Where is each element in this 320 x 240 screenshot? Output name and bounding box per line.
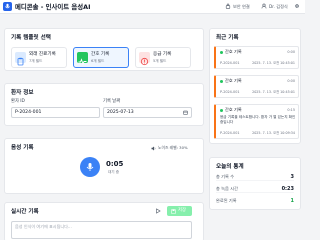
stat-value: 1 [290, 198, 294, 204]
save-button-label: 저장 [178, 208, 186, 213]
stat-total-records: 총 기록 수 3 [216, 173, 294, 181]
template-name: 응급 기록 [153, 52, 172, 57]
patient-card: 환자 정보 환자 ID P-2024-001 기록 날짜 2025-07-13 [4, 83, 204, 126]
template-name: 간호 기록 [91, 52, 110, 57]
recent-record-item[interactable]: 간호 기록 0:00 P-2024-001 2025. 7. 13. 오전 10… [214, 46, 299, 69]
stat-value: 3 [290, 174, 294, 180]
play-icon[interactable] [155, 208, 161, 214]
stat-label: 총 녹음 시간 [216, 186, 238, 191]
voice-card-title: 음성 기록 [11, 145, 34, 151]
record-type: 간호 기록 [225, 107, 242, 112]
recent-card: 최근 기록 간호 기록 0:00 P-2024-001 2025. 7. 13.… [209, 28, 301, 144]
status-dot [220, 51, 223, 54]
record-duration: 0:15 [287, 108, 295, 112]
template-card: 기록 템플릿 선택 외래 진료기록 7개 필드 간호 기록 6개 필드 응급 기… [4, 28, 204, 71]
record-timestamp: 2025. 7. 13. 오전 10:09:34 [252, 131, 295, 135]
recent-card-title: 최근 기록 [216, 35, 239, 41]
recent-record-item[interactable]: 간호 기록 0:15 응급 기록을 테스트합니다. 환자 가 열 있는지 확인 … [214, 104, 299, 139]
alert-icon [139, 52, 150, 66]
record-duration: 0:00 [287, 79, 295, 83]
status-dot [220, 80, 223, 83]
record-date-input[interactable]: 2025-07-13 [103, 107, 192, 118]
stat-label: 완료된 기록 [216, 198, 237, 203]
noise-level-label: 노이즈 레벨: 30% [158, 145, 188, 150]
secure-connection-label: 보안 연결 [233, 4, 250, 9]
patient-card-title: 환자 정보 [11, 90, 34, 96]
record-timestamp: 2025. 7. 13. 오전 10:45:01 [252, 90, 295, 94]
transcript-textarea[interactable]: 음성 인식이 여기에 표시됩니다... [11, 221, 192, 239]
volume-icon [151, 146, 156, 151]
template-outpatient[interactable]: 외래 진료기록 7개 필드 [11, 47, 67, 68]
template-name: 외래 진료기록 [29, 52, 56, 57]
record-date-label: 기록 날짜 [103, 99, 121, 104]
record-patient-id: P-2024-001 [220, 131, 240, 135]
pulse-icon [77, 52, 88, 66]
record-patient-id: P-2024-001 [220, 90, 240, 94]
status-dot [220, 109, 223, 112]
template-field-count: 7개 필드 [29, 59, 43, 63]
record-duration: 0:00 [287, 50, 295, 54]
template-nursing[interactable]: 간호 기록 6개 필드 [73, 47, 129, 68]
realtime-card: 실시간 기록 저장 음성 인식이 여기에 표시됩니다... [4, 202, 204, 240]
record-date-value: 2025-07-13 [107, 110, 134, 115]
save-button[interactable]: 저장 [167, 206, 192, 216]
mic-icon [86, 163, 94, 171]
stats-card-title: 오늘의 통계 [216, 164, 244, 170]
template-emergency[interactable]: 응급 기록 5개 필드 [135, 47, 191, 68]
recording-timer: 0:05 [106, 160, 124, 168]
stat-value: 0:23 [281, 186, 294, 192]
recent-record-item[interactable]: 간호 기록 0:00 P-2024-001 2025. 7. 13. 오전 10… [214, 75, 299, 98]
save-icon [171, 208, 176, 214]
lock-icon [225, 3, 231, 9]
top-bar: 메디콘솔 - 인사이트 음성AI 보안 연결 Dr. 김정식 [0, 0, 305, 14]
realtime-card-title: 실시간 기록 [11, 209, 39, 215]
clipboard-icon [15, 52, 26, 66]
transcript-placeholder: 음성 인식이 여기에 표시됩니다... [15, 224, 72, 229]
record-timestamp: 2025. 7. 13. 오전 10:45:01 [252, 61, 295, 65]
template-card-title: 기록 템플릿 선택 [11, 35, 51, 41]
stat-label: 총 기록 수 [216, 174, 235, 179]
record-patient-id: P-2024-001 [220, 61, 240, 65]
user-icon [261, 3, 267, 9]
record-excerpt: 응급 기록을 테스트합니다. 환자 가 열 있는지 확인 중입니다 [220, 115, 296, 124]
voice-card: 음성 기록 노이즈 레벨: 30% 0:05 대기 중 [4, 138, 204, 194]
stat-completed-records: 완료된 기록 1 [216, 197, 294, 205]
user-menu[interactable]: Dr. 김정식 [269, 3, 288, 10]
app-title: 메디콘솔 - 인사이트 음성AI [15, 3, 91, 11]
record-button[interactable] [80, 157, 100, 177]
template-field-count: 6개 필드 [91, 59, 105, 63]
patient-id-label: 환자 ID [11, 99, 25, 104]
record-type: 간호 기록 [225, 49, 242, 54]
calendar-icon[interactable] [183, 110, 188, 115]
patient-id-input[interactable]: P-2024-001 [11, 107, 100, 118]
record-type: 간호 기록 [225, 78, 242, 83]
recording-status: 대기 중 [108, 170, 120, 174]
stats-card: 오늘의 통계 총 기록 수 3 총 녹음 시간 0:23 완료된 기록 1 [209, 157, 301, 210]
app-logo [3, 2, 12, 11]
stat-total-duration: 총 녹음 시간 0:23 [216, 185, 294, 193]
mic-logo-icon [5, 3, 10, 9]
gear-icon[interactable] [294, 3, 300, 9]
template-field-count: 5개 필드 [153, 59, 167, 63]
